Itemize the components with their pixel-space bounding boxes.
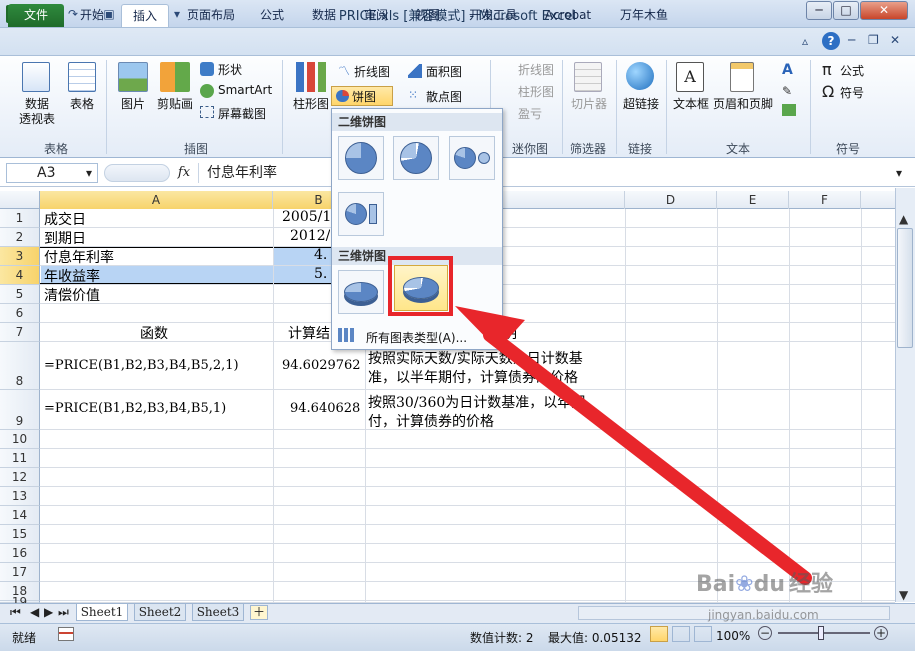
baidu-watermark: Bai❀du 经验 (696, 566, 833, 598)
watermark-tail: 经验 (789, 572, 834, 597)
watermark-url: jingyan.baidu.com (708, 608, 819, 622)
watermark-brand2: du (753, 572, 786, 597)
watermark-brand: Bai (696, 572, 736, 597)
paw-icon: ❀ (735, 572, 754, 597)
red-arrow-annotation (455, 306, 812, 585)
red-arrow-shaft (483, 328, 812, 585)
